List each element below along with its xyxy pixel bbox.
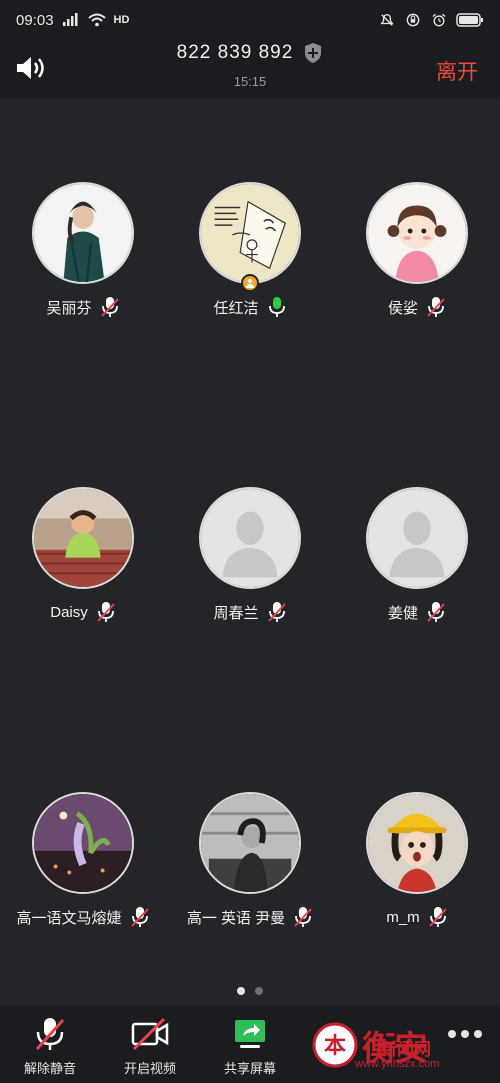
participant-name-row: 周春兰	[213, 601, 286, 623]
participant-name: 任红洁	[213, 299, 259, 317]
participant-name: m_m	[386, 908, 420, 926]
avatar	[366, 792, 468, 894]
video-off-icon	[131, 1017, 169, 1051]
avatar-cartoon	[368, 794, 466, 892]
hd-badge: HD	[113, 14, 130, 26]
lock-rotation-icon	[406, 13, 420, 27]
avatar	[366, 182, 468, 284]
mic-muted-icon	[97, 602, 115, 622]
share-screen-label: 共享屏幕	[223, 1061, 276, 1076]
signal-icon	[62, 13, 78, 26]
participant-name: 高一 英语 尹曼	[186, 909, 286, 927]
mic-active-icon	[268, 297, 285, 317]
mic-muted-icon	[294, 907, 312, 927]
participant-name-row: Daisy	[50, 601, 116, 623]
wifi-icon	[87, 13, 106, 27]
participant-name: 姜健	[387, 604, 418, 622]
avatar-photo	[201, 794, 299, 892]
meeting-elapsed-time: 15:15	[233, 74, 267, 89]
start-video-label: 开启视频	[123, 1061, 176, 1076]
mic-muted-icon	[267, 602, 286, 622]
mic-muted-icon	[428, 907, 447, 927]
avatar	[199, 487, 301, 589]
person-icon	[246, 278, 254, 288]
mic-muted-icon	[35, 1018, 65, 1051]
meeting-id: 822 839 892	[176, 42, 294, 63]
host-badge	[241, 274, 259, 292]
page-dot[interactable]	[255, 987, 263, 995]
more-icon[interactable]	[448, 1030, 482, 1038]
share-screen-button[interactable]: 共享屏幕	[200, 1006, 300, 1083]
status-right	[378, 13, 484, 27]
participant-name-row: 高一语文马熔婕	[16, 906, 149, 928]
svg-text:本: 本	[324, 1034, 346, 1059]
participant-name-row: 吴丽芬	[46, 296, 119, 318]
meeting-header: 822 839 892 15:15 离开	[0, 40, 500, 98]
avatar	[366, 487, 468, 589]
watermark-sub: 新闻网	[380, 1040, 431, 1059]
leave-button[interactable]: 离开	[436, 56, 478, 86]
mic-muted-icon	[100, 297, 119, 317]
avatar	[32, 182, 134, 284]
avatar	[199, 182, 301, 284]
start-video-button[interactable]: 开启视频	[100, 1006, 200, 1083]
participant-name: 吴丽芬	[46, 299, 92, 317]
page-indicator[interactable]	[0, 987, 500, 995]
avatar	[32, 487, 134, 589]
participant-name-row: 任红洁	[213, 296, 286, 318]
participant-tile[interactable]: Daisy	[0, 487, 166, 647]
participant-tile[interactable]: 任红洁	[167, 182, 333, 342]
alarm-icon	[432, 13, 446, 27]
mic-muted-icon	[130, 907, 149, 927]
meeting-id-row[interactable]: 822 839 892	[0, 42, 500, 64]
bell-off-icon	[380, 14, 394, 26]
avatar	[199, 792, 301, 894]
participant-name-row: m_m	[386, 906, 447, 928]
avatar-photo	[34, 489, 132, 587]
mic-muted-icon	[427, 602, 445, 622]
battery-icon	[456, 13, 483, 27]
share-screen-icon	[235, 1020, 265, 1048]
avatar-photo	[34, 184, 132, 282]
participant-name: 侯娑	[387, 299, 418, 317]
default-avatar-icon	[201, 489, 299, 587]
status-time: 09:03	[16, 11, 54, 29]
avatar-illustration	[201, 184, 299, 282]
avatar	[32, 792, 134, 894]
participant-tile[interactable]: 周春兰	[167, 487, 333, 647]
participant-tile[interactable]: 高一语文马熔婕	[0, 792, 166, 952]
participant-name: Daisy	[50, 603, 88, 621]
avatar-photo	[34, 794, 132, 892]
page-dot-active[interactable]	[237, 987, 245, 995]
seal-logo: 本	[312, 1022, 358, 1068]
participant-name-row: 姜健	[388, 601, 446, 623]
status-left: 09:03 HD	[16, 12, 129, 29]
unmute-label: 解除静音	[23, 1061, 76, 1076]
participant-grid: 吴丽芬 任红洁 侯娑 Daisy 周春兰 姜健 高一语文马熔婕 高一 英语 尹曼…	[0, 98, 500, 1006]
avatar-cartoon	[368, 184, 466, 282]
participant-tile[interactable]: 高一 英语 尹曼	[167, 792, 333, 952]
participant-tile[interactable]: 吴丽芬	[0, 182, 166, 342]
participant-name: 高一语文马熔婕	[16, 909, 122, 927]
participant-name: 周春兰	[213, 604, 259, 622]
participant-name-row: 高一 英语 尹曼	[187, 906, 313, 928]
participant-name-row: 侯娑	[388, 296, 446, 318]
mic-muted-icon	[427, 297, 445, 317]
default-avatar-icon	[368, 489, 466, 587]
shield-icon[interactable]	[303, 42, 323, 64]
participant-tile[interactable]: 侯娑	[334, 182, 500, 342]
watermark-url: www.ynhszx.com	[355, 1058, 440, 1070]
unmute-button[interactable]: 解除静音	[0, 1006, 100, 1083]
participant-tile[interactable]: m_m	[334, 792, 500, 952]
participant-tile[interactable]: 姜健	[334, 487, 500, 647]
status-bar: 09:03 HD	[0, 0, 500, 40]
